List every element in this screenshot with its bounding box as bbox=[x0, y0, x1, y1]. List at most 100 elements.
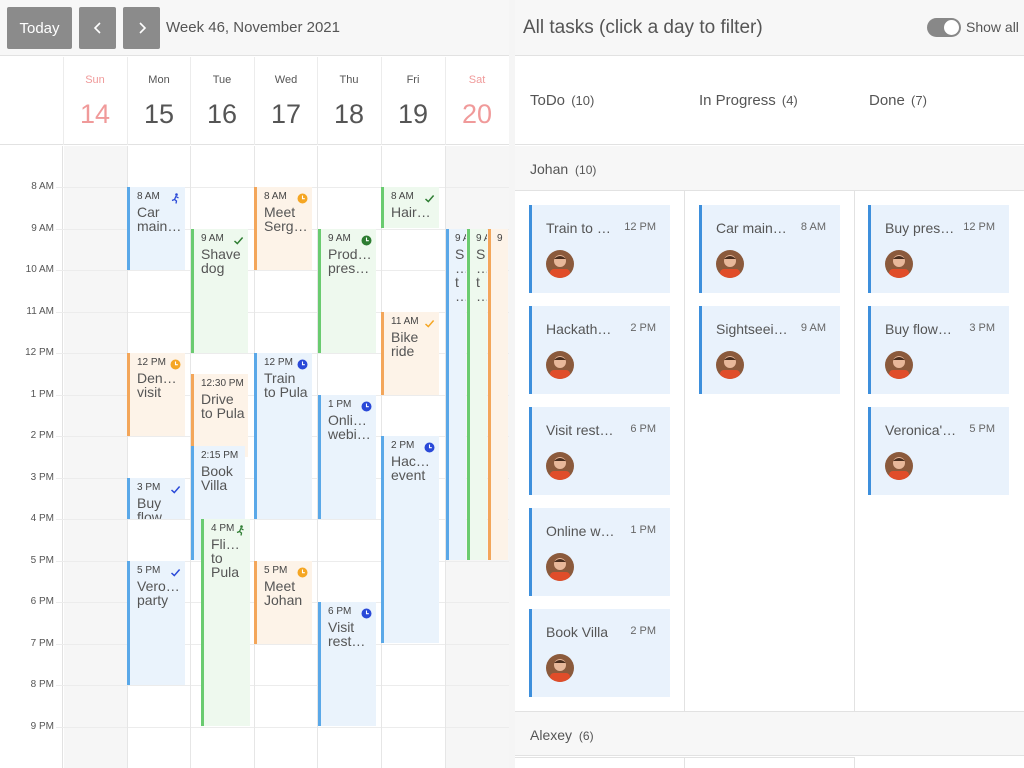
avatar bbox=[546, 452, 574, 480]
day-name: Tue bbox=[212, 74, 232, 86]
column-count: (10) bbox=[571, 93, 595, 108]
next-week-button[interactable] bbox=[123, 7, 160, 49]
event-shave-dog[interactable]: 9 AM Shave dog bbox=[191, 229, 248, 353]
time-label: 3 PM bbox=[30, 472, 54, 483]
task-card[interactable]: Sightseein… 9 AM bbox=[699, 306, 840, 394]
column-header-done: Done (7) bbox=[869, 92, 927, 109]
event-visit-restaurant[interactable]: 6 PM Visit rest… bbox=[318, 602, 376, 726]
day-header-fri[interactable]: Fri 19 bbox=[381, 57, 444, 145]
task-card[interactable]: Train to P… 12 PM bbox=[529, 205, 670, 293]
task-card[interactable]: Online we… 1 PM bbox=[529, 508, 670, 596]
show-all-toggle[interactable] bbox=[927, 18, 961, 37]
day-header-sat[interactable]: Sat 20 bbox=[445, 57, 508, 145]
event-online-webinar[interactable]: 1 PM Onli… webi… bbox=[318, 395, 376, 519]
task-time: 2 PM bbox=[630, 322, 656, 334]
task-title: Buy flowers bbox=[885, 321, 957, 337]
event-buy-flowers[interactable]: 3 PM Buy flow… bbox=[127, 478, 185, 519]
task-time: 12 PM bbox=[963, 221, 995, 233]
event-car-maintenance[interactable]: 8 AM Car main… bbox=[127, 187, 185, 270]
day-header-sun[interactable]: Sun 14 bbox=[63, 57, 126, 145]
board-column-headers: ToDo (10) In Progress (4) Done (7) bbox=[515, 57, 1024, 145]
hour-gridline bbox=[56, 312, 509, 313]
event-hackathon-event[interactable]: 2 PM Hac… event bbox=[381, 436, 439, 643]
day-name: Thu bbox=[339, 74, 359, 86]
hour-gridline bbox=[56, 685, 509, 686]
day-header-wed[interactable]: Wed 17 bbox=[254, 57, 317, 145]
task-title: Online we… bbox=[546, 523, 618, 539]
check-icon bbox=[233, 233, 244, 245]
event-title: Prod… pres… bbox=[328, 246, 372, 276]
group-name: Johan (10) bbox=[530, 161, 596, 177]
task-card[interactable]: Hackatho… 2 PM bbox=[529, 306, 670, 394]
app-root: Today Week 46, November 2021 Sun 14 Mon 15… bbox=[0, 0, 1024, 768]
day-header-thu[interactable]: Thu 18 bbox=[317, 57, 380, 145]
weekend-column bbox=[64, 146, 127, 768]
task-panel: All tasks (click a day to filter) Show a… bbox=[509, 0, 1024, 768]
event-meet-sergey[interactable]: 8 AM Meet Serg… bbox=[254, 187, 312, 270]
time-grid[interactable]: 8 AM 9 AM 10 AM 11 AM 12 PM 1 PM 2 PM 3 PM 4 PM 5… bbox=[0, 146, 509, 768]
event-drive-to-pula[interactable]: 12:30 PM Drive to Pula bbox=[191, 374, 248, 457]
event-time: 9 bbox=[497, 233, 503, 244]
event-dentist-visit[interactable]: 12 PM Den… visit bbox=[127, 353, 185, 436]
task-card[interactable]: Car maint… 8 AM bbox=[699, 205, 840, 293]
task-time: 5 PM bbox=[969, 423, 995, 435]
event-title: Den… visit bbox=[137, 370, 177, 400]
event-bike-ride[interactable]: 11 AM Bike ride bbox=[381, 312, 439, 395]
group-header-alexey[interactable]: Alexey (6) bbox=[515, 711, 1024, 756]
event-sightseeing-b[interactable]: 9 A S… t… bbox=[467, 229, 487, 560]
task-card[interactable]: Buy flowers 3 PM bbox=[868, 306, 1009, 394]
running-icon bbox=[170, 191, 181, 204]
task-card[interactable]: Book Villa 2 PM bbox=[529, 609, 670, 697]
today-button[interactable]: Today bbox=[7, 7, 72, 49]
clock-icon bbox=[361, 606, 372, 619]
show-all-label[interactable]: Show all bbox=[966, 19, 1019, 35]
clock-icon bbox=[297, 357, 308, 370]
day-name: Mon bbox=[148, 74, 170, 86]
task-title: Buy pres… bbox=[885, 220, 955, 236]
event-sightseeing-c[interactable]: 9 bbox=[488, 229, 508, 560]
clock-icon bbox=[170, 357, 181, 370]
event-train-to-pula[interactable]: 12 PM Train to Pula bbox=[254, 353, 312, 519]
event-time: 12 PM bbox=[264, 357, 293, 368]
day-header-mon[interactable]: Mon 15 bbox=[127, 57, 190, 145]
task-time: 3 PM bbox=[969, 322, 995, 334]
chevron-left-icon bbox=[93, 22, 101, 34]
day-number: 14 bbox=[79, 99, 111, 129]
avatar bbox=[716, 351, 744, 379]
group-name: Alexey (6) bbox=[530, 727, 594, 743]
event-sightseeing-a[interactable]: 9 A S… t… bbox=[446, 229, 466, 560]
time-label: 4 PM bbox=[30, 513, 54, 524]
previous-week-button[interactable] bbox=[79, 7, 116, 49]
week-label: Week 46, November 2021 bbox=[166, 19, 340, 36]
column-name: In Progress bbox=[699, 92, 776, 109]
event-product-presentation[interactable]: 9 AM Prod… pres… bbox=[318, 229, 376, 353]
task-card[interactable]: Visit resta… 6 PM bbox=[529, 407, 670, 495]
time-gutter bbox=[0, 146, 63, 768]
avatar bbox=[885, 250, 913, 278]
event-title: S… t… bbox=[455, 246, 466, 303]
time-label: 8 PM bbox=[30, 679, 54, 690]
event-veronica-party[interactable]: 5 PM Vero… party bbox=[127, 561, 185, 685]
avatar bbox=[885, 452, 913, 480]
event-haircut[interactable]: 8 AM Hair… bbox=[381, 187, 439, 228]
toggle-knob bbox=[944, 20, 959, 35]
week-calendar: Today Week 46, November 2021 Sun 14 Mon 15… bbox=[0, 0, 509, 768]
day-header-row: Sun 14 Mon 15 Tue 16 Wed 17 Thu 18 Fri 19 Sat 2… bbox=[0, 57, 509, 145]
event-title: S… t… bbox=[476, 246, 487, 303]
group-count: (10) bbox=[575, 163, 597, 177]
task-time: 8 AM bbox=[800, 221, 826, 233]
event-meet-johan[interactable]: 5 PM Meet Johan bbox=[254, 561, 312, 644]
hour-gridline bbox=[56, 727, 509, 728]
event-time: 2 PM bbox=[391, 440, 415, 451]
event-time: 12:30 PM bbox=[201, 378, 244, 389]
lane-in-progress bbox=[685, 757, 855, 768]
lane-todo bbox=[515, 757, 685, 768]
task-card[interactable]: Buy pres… 12 PM bbox=[868, 205, 1009, 293]
event-time: 3 PM bbox=[137, 482, 161, 493]
column-count: (7) bbox=[911, 93, 927, 108]
event-flight-to-pula[interactable]: 4 PM Fli… to Pula bbox=[201, 519, 250, 726]
event-title: Meet Johan bbox=[264, 578, 303, 608]
task-card[interactable]: Veronica's… 5 PM bbox=[868, 407, 1009, 495]
day-header-tue[interactable]: Tue 16 bbox=[190, 57, 253, 145]
group-header-johan[interactable]: Johan (10) bbox=[515, 146, 1024, 191]
